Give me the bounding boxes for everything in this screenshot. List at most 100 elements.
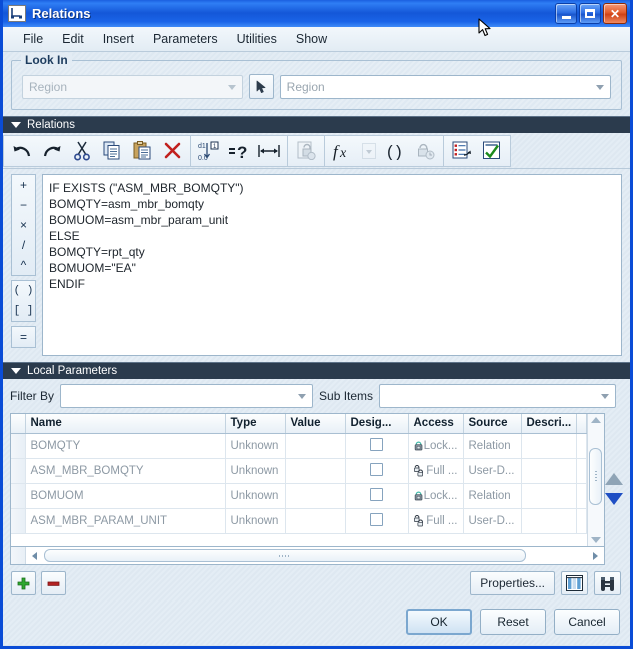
table-row[interactable]: ASM_MBR_BOMQTY Unknown Full ... User-D..… (11, 458, 587, 484)
designate-checkbox[interactable] (370, 512, 383, 526)
cell-source[interactable]: Relation (463, 483, 522, 509)
cell-access[interactable]: Lock... (408, 433, 464, 459)
op-brackets-button[interactable]: [ ] (12, 301, 35, 321)
col-header-access[interactable]: Access (408, 414, 464, 434)
properties-button[interactable]: Properties... (470, 571, 555, 595)
cell-type[interactable]: Unknown (225, 483, 286, 509)
menu-item-insert[interactable]: Insert (103, 32, 134, 46)
cell-extra[interactable] (576, 508, 587, 534)
col-header-description[interactable]: Descri... (521, 414, 577, 434)
local-parameters-section-header[interactable]: Local Parameters (3, 362, 630, 379)
menu-item-show[interactable]: Show (296, 32, 327, 46)
cell-designate[interactable] (345, 483, 409, 509)
lookin-picker-button[interactable] (248, 74, 274, 99)
cell-value[interactable] (285, 483, 346, 509)
redo-button[interactable] (37, 137, 67, 165)
scroll-thumb[interactable] (589, 448, 602, 505)
designate-checkbox[interactable] (370, 462, 383, 476)
col-header-value[interactable]: Value (285, 414, 346, 434)
cell-source[interactable]: User-D... (463, 458, 522, 484)
add-parameter-button[interactable] (11, 571, 36, 595)
cell-source[interactable]: User-D... (463, 508, 522, 534)
table-row[interactable]: BOMQTY Unknown Lock... Relation (11, 433, 587, 459)
cell-type[interactable]: Unknown (225, 508, 286, 534)
col-header-designate[interactable]: Desig... (345, 414, 409, 434)
op-power-button[interactable]: ^ (12, 255, 35, 275)
sort-button[interactable]: d1 0.0 1 (194, 137, 224, 165)
table-vertical-scrollbar[interactable] (586, 414, 604, 546)
minimize-button[interactable] (555, 3, 577, 24)
function-button[interactable]: fx (328, 137, 358, 165)
cell-extra[interactable] (576, 483, 587, 509)
cell-value[interactable] (285, 508, 346, 534)
cell-access[interactable]: Lock... (408, 483, 464, 509)
cell-description[interactable] (521, 508, 577, 534)
ok-button[interactable]: OK (406, 609, 472, 635)
close-button[interactable]: ✕ (603, 3, 627, 24)
triangle-down-icon[interactable] (11, 122, 21, 128)
delete-button[interactable] (157, 137, 187, 165)
op-parentheses-button[interactable]: ( ) (12, 281, 35, 301)
measure-button[interactable] (254, 137, 284, 165)
row-handle[interactable] (11, 458, 26, 484)
columns-button[interactable] (561, 571, 588, 595)
lookin-target-combo[interactable]: Region (279, 74, 611, 99)
move-down-button[interactable] (604, 493, 623, 505)
cell-name[interactable]: BOMUOM (25, 483, 226, 509)
designate-checkbox[interactable] (370, 437, 383, 451)
cell-type[interactable]: Unknown (225, 433, 286, 459)
op-equals-button[interactable]: = (12, 327, 35, 347)
sub-items-combo[interactable] (379, 384, 617, 408)
hscroll-left-button[interactable] (26, 551, 42, 560)
copy-button[interactable] (97, 137, 127, 165)
undo-button[interactable] (7, 137, 37, 165)
verify-button[interactable] (477, 137, 507, 165)
evaluate-button[interactable]: ? (224, 137, 254, 165)
scroll-down-icon[interactable] (590, 537, 601, 543)
cut-button[interactable] (67, 137, 97, 165)
cell-value[interactable] (285, 433, 346, 459)
remove-parameter-button[interactable] (41, 571, 66, 595)
designate-checkbox[interactable] (370, 487, 383, 501)
col-header-extra[interactable] (576, 414, 587, 434)
cell-name[interactable]: ASM_MBR_BOMQTY (25, 458, 226, 484)
cell-access[interactable]: Full ... (408, 508, 464, 534)
op-divide-button[interactable]: / (12, 235, 35, 255)
cell-value[interactable] (285, 458, 346, 484)
table-row[interactable]: ASM_MBR_PARAM_UNIT Unknown Full ... User… (11, 508, 587, 534)
op-minus-button[interactable]: − (12, 195, 35, 215)
cell-type[interactable]: Unknown (225, 458, 286, 484)
cell-description[interactable] (521, 483, 577, 509)
row-handle[interactable] (11, 433, 26, 459)
cancel-button[interactable]: Cancel (554, 609, 620, 635)
insert-from-list-button[interactable] (447, 137, 477, 165)
lookin-type-combo[interactable]: Region (22, 74, 243, 99)
relations-section-header[interactable]: Relations (3, 116, 630, 133)
row-handle[interactable] (11, 483, 26, 509)
row-handle[interactable] (11, 508, 26, 534)
col-header-source[interactable]: Source (463, 414, 522, 434)
parentheses-button[interactable]: () (380, 137, 410, 165)
filter-by-combo[interactable] (60, 384, 314, 408)
op-plus-button[interactable]: + (12, 175, 35, 195)
lock-relation-button[interactable] (291, 137, 321, 165)
hscroll-right-button[interactable] (588, 551, 604, 560)
maximize-button[interactable] (579, 3, 601, 24)
move-up-button[interactable] (604, 473, 623, 485)
cell-description[interactable] (521, 433, 577, 459)
cell-extra[interactable] (576, 458, 587, 484)
table-row[interactable]: BOMUOM Unknown Lock... Relation (11, 483, 587, 509)
hscroll-thumb[interactable] (44, 549, 526, 562)
history-button[interactable] (410, 137, 440, 165)
cell-source[interactable]: Relation (463, 433, 522, 459)
cell-name[interactable]: BOMQTY (25, 433, 226, 459)
cell-access[interactable]: Full ... (408, 458, 464, 484)
reset-button[interactable]: Reset (480, 609, 546, 635)
menu-item-parameters[interactable]: Parameters (153, 32, 218, 46)
menu-item-edit[interactable]: Edit (62, 32, 84, 46)
table-horizontal-scrollbar[interactable] (10, 547, 605, 565)
relations-code-editor[interactable]: IF EXISTS ("ASM_MBR_BOMQTY") BOMQTY=asm_… (42, 174, 622, 356)
cell-extra[interactable] (576, 433, 587, 459)
col-header-name[interactable]: Name (25, 414, 226, 434)
cell-designate[interactable] (345, 458, 409, 484)
